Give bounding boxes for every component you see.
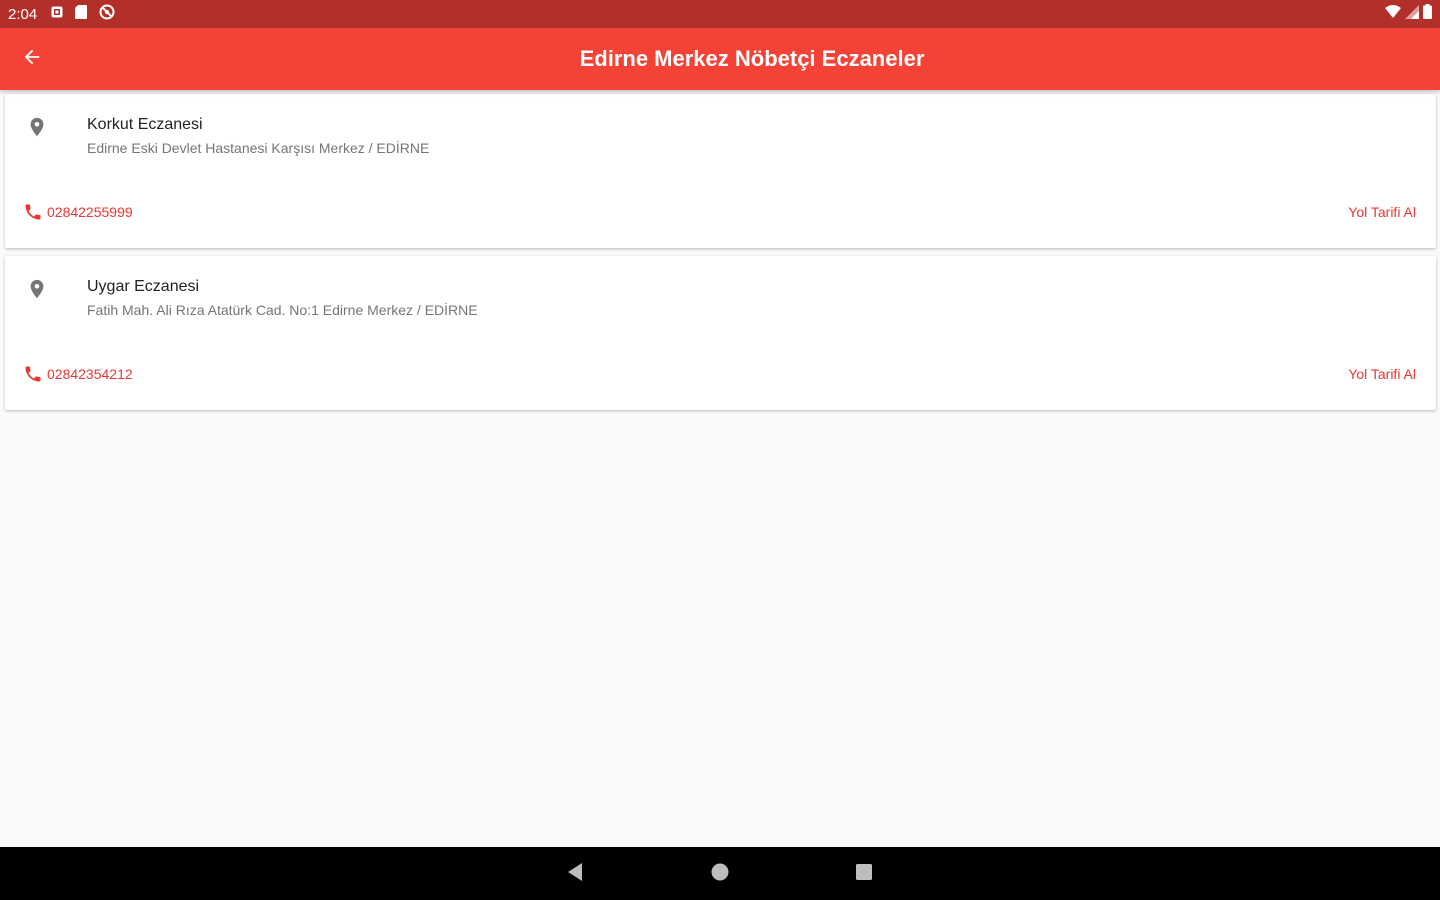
status-left-icons	[51, 4, 115, 25]
pharmacy-list: Korkut Eczanesi Edirne Eski Devlet Hasta…	[5, 94, 1436, 418]
phone-icon	[23, 364, 43, 384]
location-pin-icon	[26, 114, 48, 140]
navigation-bar	[0, 847, 1440, 900]
directions-button[interactable]: Yol Tarifi Al	[1348, 202, 1416, 222]
recents-square-icon	[854, 862, 874, 887]
no-sim-icon	[99, 4, 115, 25]
nav-recents-button[interactable]	[851, 861, 877, 887]
notification-icon	[51, 5, 63, 23]
pharmacy-name: Korkut Eczanesi	[87, 116, 203, 133]
battery-icon	[1423, 4, 1432, 24]
back-triangle-icon	[565, 862, 585, 887]
pharmacy-address: Edirne Eski Devlet Hastanesi Karşısı Mer…	[87, 140, 430, 156]
call-button[interactable]: 02842354212	[23, 364, 133, 384]
pharmacy-card: Korkut Eczanesi Edirne Eski Devlet Hasta…	[5, 94, 1436, 248]
pharmacy-address: Fatih Mah. Ali Rıza Atatürk Cad. No:1 Ed…	[87, 302, 478, 318]
signal-icon	[1405, 4, 1419, 24]
nav-back-button[interactable]	[562, 861, 588, 887]
directions-button[interactable]: Yol Tarifi Al	[1348, 364, 1416, 384]
wifi-icon	[1385, 4, 1401, 24]
app-bar: Edirne Merkez Nöbetçi Eczaneler	[0, 28, 1440, 90]
call-button[interactable]: 02842255999	[23, 202, 133, 222]
home-circle-icon	[710, 862, 730, 887]
nav-home-button[interactable]	[707, 861, 733, 887]
phone-icon	[23, 202, 43, 222]
phone-number: 02842255999	[47, 204, 133, 220]
sd-card-icon	[75, 4, 88, 24]
status-time: 2:04	[8, 5, 38, 23]
pharmacy-name: Uygar Eczanesi	[87, 278, 200, 295]
phone-number: 02842354212	[47, 366, 133, 382]
pharmacy-card: Uygar Eczanesi Fatih Mah. Ali Rıza Atatü…	[5, 256, 1436, 410]
status-bar: 2:04	[0, 0, 1440, 28]
page-title: Edirne Merkez Nöbetçi Eczaneler	[579, 46, 925, 71]
location-pin-icon	[26, 276, 48, 302]
status-right-icons	[1385, 4, 1432, 24]
